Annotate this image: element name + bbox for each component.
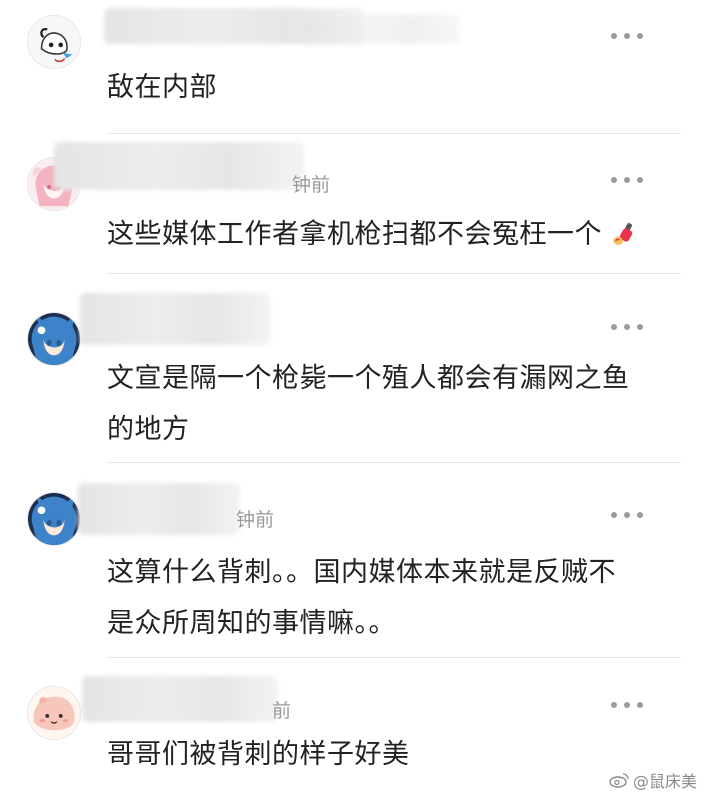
watermark: @鼠床美	[609, 768, 697, 792]
comment-line: 是众所周知的事情嘛。。	[107, 608, 396, 639]
dot-icon	[611, 324, 617, 330]
timestamp: 钟前	[292, 174, 331, 196]
anime-avatar-icon	[28, 16, 80, 68]
dot-icon	[637, 177, 643, 183]
dot-icon	[624, 177, 630, 183]
timestamp: 钟前	[236, 509, 275, 531]
dot-icon	[611, 702, 617, 708]
comment-line: 敌在内部	[107, 72, 217, 103]
dot-icon	[637, 702, 643, 708]
weibo-icon	[609, 773, 629, 788]
watermark-text: @鼠床美	[632, 772, 697, 791]
comment-line: 文宣是隔一个枪毙一个殖人都会有漏网之鱼	[107, 363, 630, 394]
username-blurred[interactable]	[78, 483, 240, 535]
username-blurred[interactable]	[54, 142, 304, 190]
anime-avatar-icon	[28, 493, 80, 545]
more-options-button[interactable]	[611, 511, 643, 519]
comment-line: 的地方	[107, 414, 190, 445]
timestamp: 前	[272, 700, 292, 722]
divider	[106, 273, 681, 274]
dot-icon	[624, 702, 630, 708]
comment-item: 钟前 这算什么背刺。。国内媒体本来就是反贼不 是众所周知的事情嘛。。	[0, 463, 709, 658]
comment-line: 这些媒体工作者拿机枪扫都不会冤枉一个	[107, 219, 602, 250]
dot-icon	[637, 33, 643, 39]
comment-item: 敌在内部	[0, 0, 709, 140]
more-options-button[interactable]	[611, 176, 643, 184]
nail-polish-emoji-icon	[613, 222, 633, 245]
dot-icon	[624, 512, 630, 518]
username-blurred-ext	[300, 14, 460, 44]
comment-item: 前 哥哥们被背刺的样子好美	[0, 658, 709, 800]
dot-icon	[637, 512, 643, 518]
dot-icon	[624, 324, 630, 330]
more-options-button[interactable]	[611, 32, 643, 40]
dot-icon	[611, 177, 617, 183]
more-options-button[interactable]	[611, 323, 643, 331]
comment-text: 这算什么背刺。。国内媒体本来就是反贼不 是众所周知的事情嘛。。	[107, 547, 697, 649]
dot-icon	[637, 324, 643, 330]
dot-icon	[611, 33, 617, 39]
comment-text: 敌在内部	[107, 62, 697, 113]
dot-icon	[624, 33, 630, 39]
avatar[interactable]	[27, 312, 81, 366]
comment-text: 文宣是隔一个枪毙一个殖人都会有漏网之鱼 的地方	[107, 353, 697, 455]
avatar[interactable]	[27, 686, 81, 740]
anime-avatar-icon	[28, 313, 80, 365]
dot-icon	[611, 512, 617, 518]
username-blurred[interactable]	[82, 676, 278, 722]
anime-avatar-icon	[28, 687, 80, 739]
comment-item: 钟前 这些媒体工作者拿机枪扫都不会冤枉一个	[0, 140, 709, 275]
more-options-button[interactable]	[611, 701, 643, 709]
avatar[interactable]	[27, 492, 81, 546]
comment-item: 文宣是隔一个枪毙一个殖人都会有漏网之鱼 的地方	[0, 275, 709, 463]
comment-line: 这算什么背刺。。国内媒体本来就是反贼不	[107, 557, 616, 588]
avatar[interactable]	[27, 15, 81, 69]
divider	[106, 133, 681, 134]
comment-text: 这些媒体工作者拿机枪扫都不会冤枉一个	[107, 209, 697, 260]
username-blurred[interactable]	[80, 293, 270, 345]
